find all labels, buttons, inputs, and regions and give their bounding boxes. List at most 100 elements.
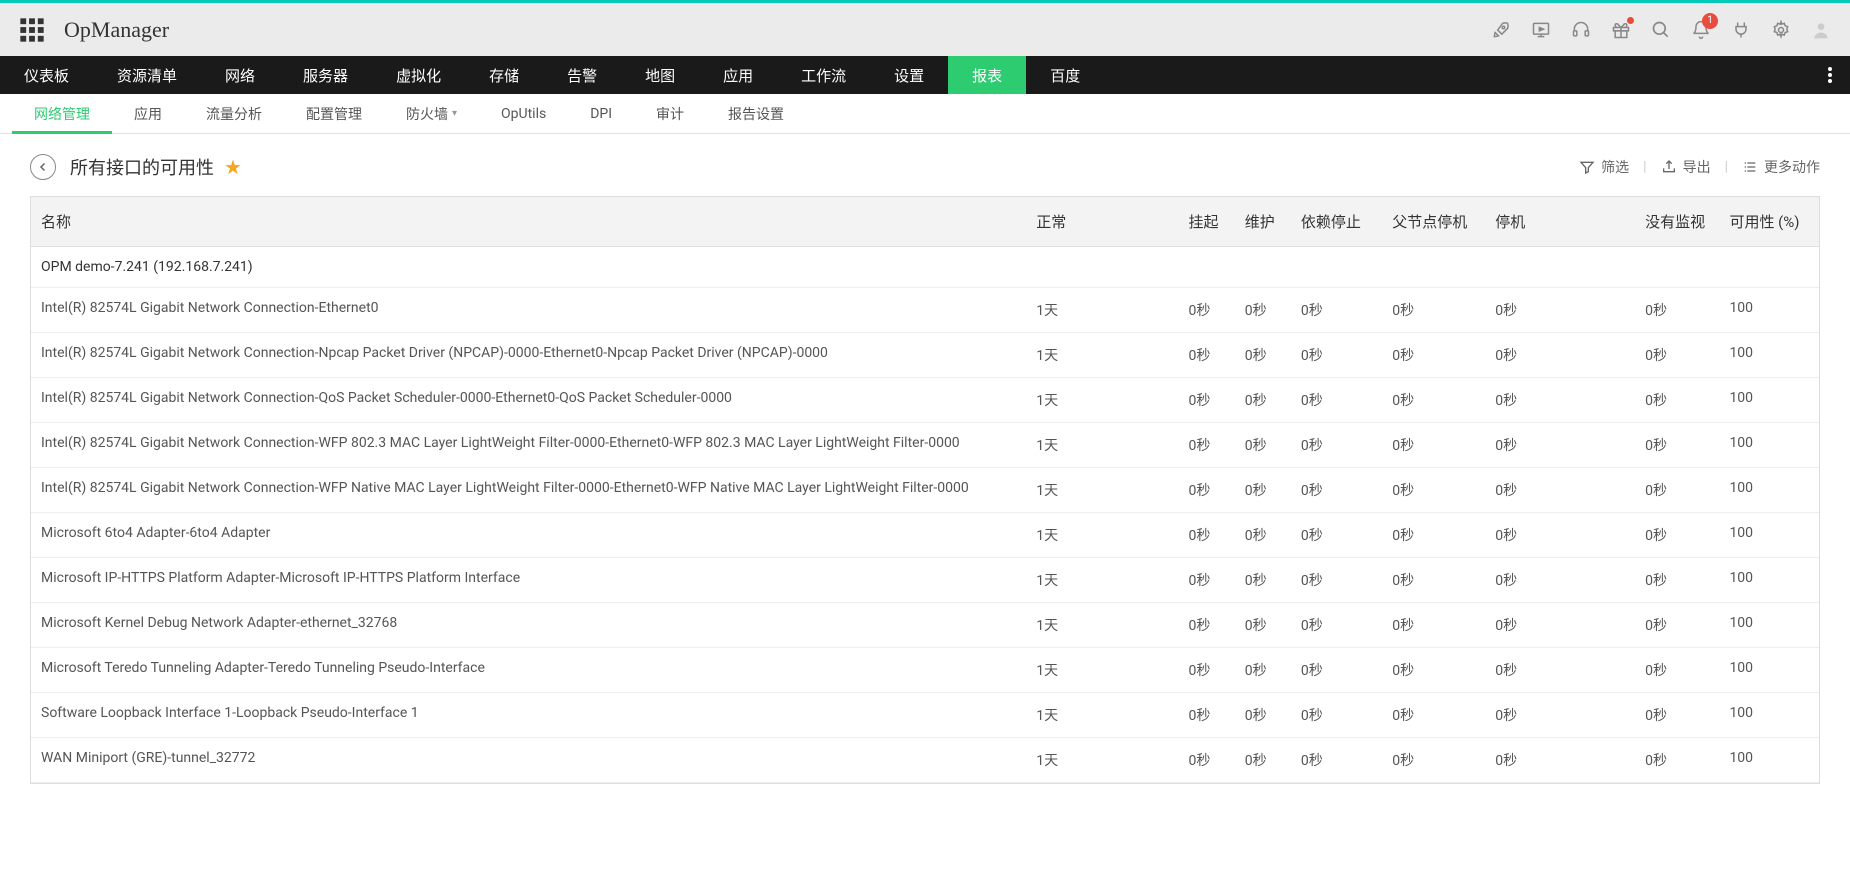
table-row[interactable]: Intel(R) 82574L Gigabit Network Connecti… xyxy=(31,378,1819,423)
rocket-icon[interactable] xyxy=(1490,19,1512,41)
cell-avail: 100 xyxy=(1719,738,1819,783)
cell-down: 0秒 xyxy=(1485,288,1635,333)
cell-parentstop: 0秒 xyxy=(1382,558,1485,603)
cell-depstop: 0秒 xyxy=(1291,603,1382,648)
mainnav-item-4[interactable]: 虚拟化 xyxy=(372,56,465,94)
mainnav-item-8[interactable]: 应用 xyxy=(699,56,777,94)
cell-nomon: 0秒 xyxy=(1635,648,1719,693)
gift-icon[interactable] xyxy=(1610,19,1632,41)
subnav-item-4[interactable]: 防火墙▾ xyxy=(384,94,479,133)
cell-depstop: 0秒 xyxy=(1291,738,1382,783)
mainnav-item-5[interactable]: 存储 xyxy=(465,56,543,94)
brand-title: OpManager xyxy=(64,17,169,43)
table-row[interactable]: Intel(R) 82574L Gigabit Network Connecti… xyxy=(31,423,1819,468)
sub-nav: 网络管理应用流量分析配置管理防火墙▾OpUtilsDPI审计报告设置 xyxy=(0,94,1850,134)
group-label: OPM demo-7.241 (192.168.7.241) xyxy=(31,247,1819,288)
subnav-item-7[interactable]: 审计 xyxy=(634,94,706,133)
subnav-item-3[interactable]: 配置管理 xyxy=(284,94,384,133)
cell-parentstop: 0秒 xyxy=(1382,423,1485,468)
plug-icon[interactable] xyxy=(1730,19,1752,41)
mainnav-item-2[interactable]: 网络 xyxy=(201,56,279,94)
cell-nomon: 0秒 xyxy=(1635,603,1719,648)
cell-avail: 100 xyxy=(1719,513,1819,558)
favorite-star-icon[interactable]: ★ xyxy=(224,155,242,179)
subnav-item-0[interactable]: 网络管理 xyxy=(12,94,112,133)
cell-name: Intel(R) 82574L Gigabit Network Connecti… xyxy=(31,468,1026,513)
cell-suspend: 0秒 xyxy=(1179,423,1235,468)
export-action[interactable]: 导出 xyxy=(1661,157,1711,177)
back-button[interactable] xyxy=(30,154,56,180)
mainnav-more-icon[interactable] xyxy=(1810,56,1850,94)
mainnav-item-10[interactable]: 设置 xyxy=(870,56,948,94)
col-parentstop[interactable]: 父节点停机 xyxy=(1382,197,1485,247)
cell-normal: 1天 xyxy=(1026,378,1178,423)
cell-suspend: 0秒 xyxy=(1179,558,1235,603)
mainnav-item-0[interactable]: 仪表板 xyxy=(0,56,93,94)
cell-parentstop: 0秒 xyxy=(1382,468,1485,513)
headset-icon[interactable] xyxy=(1570,19,1592,41)
table-row[interactable]: Intel(R) 82574L Gigabit Network Connecti… xyxy=(31,468,1819,513)
table-row[interactable]: Microsoft IP-HTTPS Platform Adapter-Micr… xyxy=(31,558,1819,603)
cell-avail: 100 xyxy=(1719,603,1819,648)
cell-avail: 100 xyxy=(1719,468,1819,513)
more-action[interactable]: 更多动作 xyxy=(1742,157,1820,177)
presentation-icon[interactable] xyxy=(1530,19,1552,41)
subnav-item-8[interactable]: 报告设置 xyxy=(706,94,806,133)
subnav-item-2[interactable]: 流量分析 xyxy=(184,94,284,133)
col-depstop[interactable]: 依赖停止 xyxy=(1291,197,1382,247)
col-name[interactable]: 名称 xyxy=(31,197,1026,247)
col-avail[interactable]: 可用性 (%) xyxy=(1719,197,1819,247)
cell-depstop: 0秒 xyxy=(1291,558,1382,603)
group-row: OPM demo-7.241 (192.168.7.241) xyxy=(31,247,1819,288)
cell-avail: 100 xyxy=(1719,558,1819,603)
mainnav-item-6[interactable]: 告警 xyxy=(543,56,621,94)
cell-down: 0秒 xyxy=(1485,738,1635,783)
table-row[interactable]: WAN Miniport (GRE)-tunnel_327721天0秒0秒0秒0… xyxy=(31,738,1819,783)
cell-name: Microsoft Kernel Debug Network Adapter-e… xyxy=(31,603,1026,648)
divider: | xyxy=(1725,159,1728,175)
col-down[interactable]: 停机 xyxy=(1485,197,1635,247)
export-label: 导出 xyxy=(1683,157,1711,177)
filter-action[interactable]: 筛选 xyxy=(1579,157,1629,177)
export-icon xyxy=(1661,159,1677,175)
bell-icon[interactable]: 1 xyxy=(1690,19,1712,41)
subnav-item-1[interactable]: 应用 xyxy=(112,94,184,133)
cell-maint: 0秒 xyxy=(1235,333,1291,378)
mainnav-item-1[interactable]: 资源清单 xyxy=(93,56,201,94)
cell-parentstop: 0秒 xyxy=(1382,288,1485,333)
cell-suspend: 0秒 xyxy=(1179,333,1235,378)
table-row[interactable]: Intel(R) 82574L Gigabit Network Connecti… xyxy=(31,333,1819,378)
search-icon[interactable] xyxy=(1650,19,1672,41)
apps-grid-icon[interactable] xyxy=(18,16,46,44)
page-title: 所有接口的可用性 xyxy=(70,154,214,180)
user-icon[interactable] xyxy=(1810,19,1832,41)
table-row[interactable]: Microsoft 6to4 Adapter-6to4 Adapter1天0秒0… xyxy=(31,513,1819,558)
cell-nomon: 0秒 xyxy=(1635,468,1719,513)
subnav-item-5[interactable]: OpUtils xyxy=(479,94,568,133)
table-row[interactable]: Microsoft Kernel Debug Network Adapter-e… xyxy=(31,603,1819,648)
mainnav-item-11[interactable]: 报表 xyxy=(948,56,1026,94)
mainnav-item-12[interactable]: 百度 xyxy=(1026,56,1104,94)
mainnav-item-9[interactable]: 工作流 xyxy=(777,56,870,94)
cell-down: 0秒 xyxy=(1485,603,1635,648)
mainnav-item-7[interactable]: 地图 xyxy=(621,56,699,94)
col-suspend[interactable]: 挂起 xyxy=(1179,197,1235,247)
subnav-item-6[interactable]: DPI xyxy=(568,94,634,133)
gear-icon[interactable] xyxy=(1770,19,1792,41)
gift-dot-badge xyxy=(1627,17,1634,24)
cell-parentstop: 0秒 xyxy=(1382,603,1485,648)
divider: | xyxy=(1643,159,1646,175)
col-maint[interactable]: 维护 xyxy=(1235,197,1291,247)
col-nomon[interactable]: 没有监视 xyxy=(1635,197,1719,247)
table-row[interactable]: Microsoft Teredo Tunneling Adapter-Tered… xyxy=(31,648,1819,693)
cell-depstop: 0秒 xyxy=(1291,423,1382,468)
cell-normal: 1天 xyxy=(1026,558,1178,603)
mainnav-item-3[interactable]: 服务器 xyxy=(279,56,372,94)
cell-name: Microsoft IP-HTTPS Platform Adapter-Micr… xyxy=(31,558,1026,603)
cell-depstop: 0秒 xyxy=(1291,468,1382,513)
cell-maint: 0秒 xyxy=(1235,738,1291,783)
table-row[interactable]: Software Loopback Interface 1-Loopback P… xyxy=(31,693,1819,738)
table-row[interactable]: Intel(R) 82574L Gigabit Network Connecti… xyxy=(31,288,1819,333)
col-normal[interactable]: 正常 xyxy=(1026,197,1178,247)
cell-parentstop: 0秒 xyxy=(1382,648,1485,693)
